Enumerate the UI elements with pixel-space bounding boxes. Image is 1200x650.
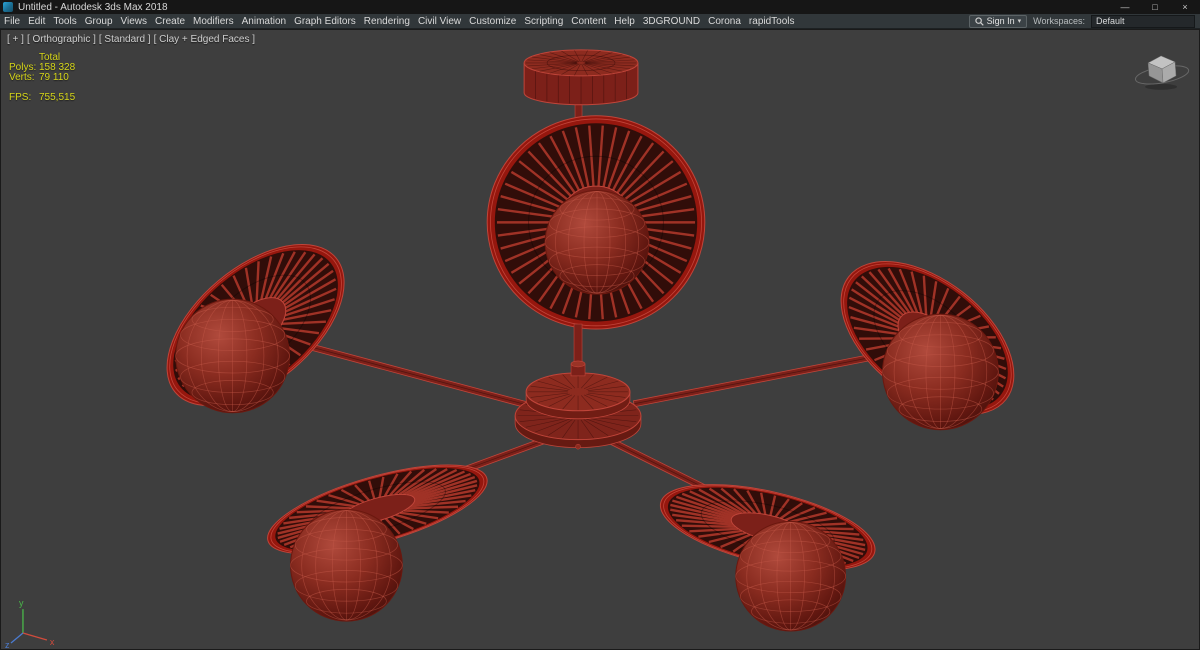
model-chandelier[interactable]: [138, 50, 1042, 631]
viewport-label-segment[interactable]: [ Orthographic ]: [27, 34, 96, 45]
menu-file[interactable]: File: [0, 14, 24, 29]
menu-views[interactable]: Views: [117, 14, 152, 29]
axis-y-label: y: [19, 598, 24, 608]
sign-in-label: Sign In: [987, 16, 1015, 26]
menu-corona[interactable]: Corona: [704, 14, 745, 29]
menu-3dground[interactable]: 3DGROUND: [639, 14, 704, 29]
workspaces-value: Default: [1096, 16, 1125, 26]
menu-rendering[interactable]: Rendering: [360, 14, 414, 29]
stats-fps-label: FPS:: [9, 93, 39, 103]
stats-verts-label: Verts:: [9, 73, 39, 83]
title-bar: Untitled - Autodesk 3ds Max 2018 — □ ×: [0, 0, 1200, 14]
viewport-label-segment[interactable]: [ + ]: [7, 34, 24, 45]
menu-edit[interactable]: Edit: [24, 14, 49, 29]
axis-x-label: x: [50, 637, 55, 647]
stats-verts-value: 79 110: [39, 73, 69, 83]
axis-tripod: y x z: [5, 598, 55, 649]
app-icon: [3, 2, 13, 12]
menu-modifiers[interactable]: Modifiers: [189, 14, 238, 29]
app-window: Untitled - Autodesk 3ds Max 2018 — □ × F…: [0, 0, 1200, 650]
viewport-label-segment[interactable]: [ Clay + Edged Faces ]: [154, 34, 255, 45]
statistics-overlay: Total Polys: 158 328 Verts: 79 110 FPS: …: [9, 53, 75, 103]
menu-animation[interactable]: Animation: [238, 14, 290, 29]
maximize-button[interactable]: □: [1140, 0, 1170, 14]
menu-items: FileEditToolsGroupViewsCreateModifiersAn…: [0, 14, 964, 29]
axis-z-label: z: [5, 640, 10, 649]
menu-bar: FileEditToolsGroupViewsCreateModifiersAn…: [0, 14, 1200, 29]
window-title: Untitled - Autodesk 3ds Max 2018: [18, 2, 168, 13]
window-controls: — □ ×: [1110, 0, 1200, 14]
menu-content[interactable]: Content: [567, 14, 610, 29]
viewport-label-segment[interactable]: [ Standard ]: [99, 34, 151, 45]
menu-tools[interactable]: Tools: [49, 14, 80, 29]
menu-help[interactable]: Help: [610, 14, 639, 29]
menu-create[interactable]: Create: [151, 14, 189, 29]
viewport-canvas[interactable]: y x z: [1, 30, 1199, 649]
viewport-label: [ + ][ Orthographic ][ Standard ][ Clay …: [7, 34, 255, 45]
menu-rapidtools[interactable]: rapidTools: [745, 14, 799, 29]
viewcube[interactable]: [1134, 56, 1190, 90]
close-button[interactable]: ×: [1170, 0, 1200, 14]
chevron-down-icon: ▾: [1018, 15, 1022, 28]
menubar-right: Sign In ▾ Workspaces: Default: [964, 15, 1200, 28]
minimize-button[interactable]: —: [1110, 0, 1140, 14]
menu-scripting[interactable]: Scripting: [520, 14, 567, 29]
workspaces-select[interactable]: Default: [1091, 15, 1195, 28]
menu-graph-editors[interactable]: Graph Editors: [290, 14, 360, 29]
stats-fps-value: 755,515: [39, 93, 75, 103]
sign-in-control[interactable]: Sign In ▾: [969, 15, 1028, 28]
workspaces-label: Workspaces:: [1033, 16, 1085, 26]
menu-civil-view[interactable]: Civil View: [414, 14, 465, 29]
viewport[interactable]: [ + ][ Orthographic ][ Standard ][ Clay …: [0, 29, 1200, 650]
menu-group[interactable]: Group: [81, 14, 117, 29]
search-icon: [975, 17, 984, 26]
menu-customize[interactable]: Customize: [465, 14, 520, 29]
